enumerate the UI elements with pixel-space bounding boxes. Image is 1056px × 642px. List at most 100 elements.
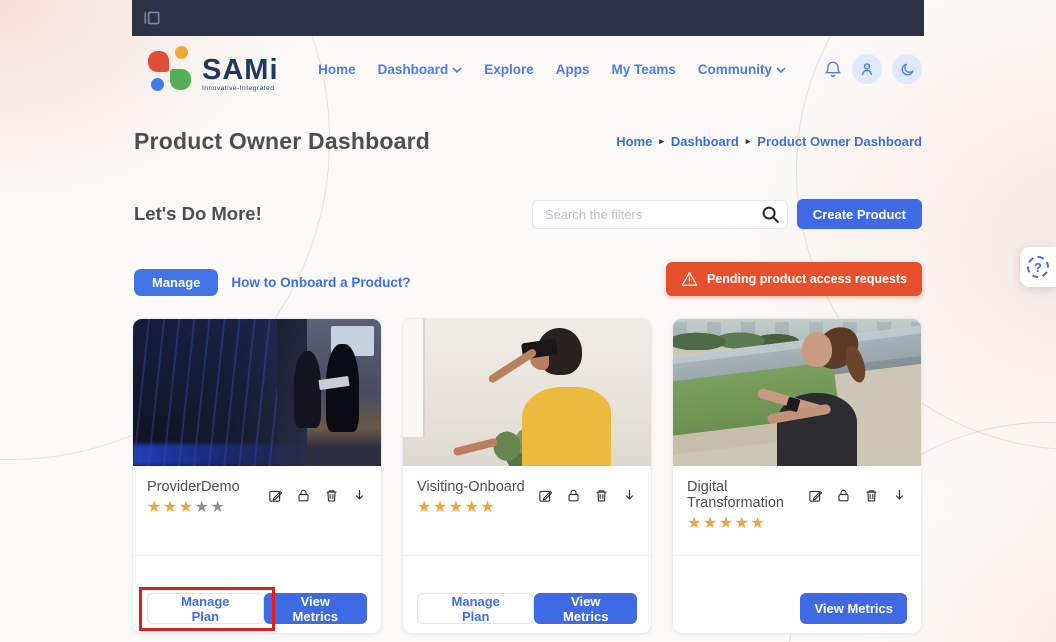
view-metrics-button[interactable]: View Metrics [264,593,367,624]
chevron-down-icon [776,67,786,73]
chevron-down-icon [452,67,462,73]
product-card-providerdemo: ProviderDemo ★★★★★ Manage [132,318,382,634]
search-and-create: Create Product [532,199,922,229]
breadcrumb-dashboard[interactable]: Dashboard [671,134,739,149]
product-image-vr-headset[interactable] [403,319,651,466]
dark-mode-toggle[interactable] [892,54,922,84]
header-icon-buttons [824,54,922,84]
card-divider [403,555,651,556]
image-art [802,332,832,367]
card-divider [133,555,381,556]
site-header: SAMi Innovative-Integrated Home Dashboar… [132,36,924,102]
product-title: Visiting-Onboard [417,479,525,495]
card-action-icons [808,488,907,503]
pending-requests-button[interactable]: Pending product access requests [666,262,922,296]
breadcrumb-separator: ▸ [659,136,664,147]
card-action-icons [538,488,637,503]
download-icon[interactable] [352,488,367,503]
content-container: SAMi Innovative-Integrated Home Dashboar… [132,36,924,634]
product-image-fitness-watch[interactable] [673,319,921,466]
card-footer: Manage Plan View Metrics [147,593,367,624]
nav-community[interactable]: Community [698,62,786,77]
breadcrumb-separator: ▸ [746,136,751,147]
help-tab-button[interactable]: ? [1020,247,1056,287]
nav-dashboard-label: Dashboard [378,62,449,77]
view-metrics-button[interactable]: View Metrics [800,593,907,624]
product-cards: ProviderDemo ★★★★★ Manage [132,318,924,634]
breadcrumb: Home ▸ Dashboard ▸ Product Owner Dashboa… [616,134,922,149]
lock-icon[interactable] [296,488,311,503]
logo-text: SAMi Innovative-Integrated [202,57,279,92]
stars-empty: ★★ [195,499,227,516]
view-metrics-button[interactable]: View Metrics [534,593,637,624]
card-divider [673,555,921,556]
bell-icon [824,60,842,78]
rating-stars: ★★★★★ [417,500,525,516]
delete-icon[interactable] [864,488,879,503]
pending-requests-label: Pending product access requests [707,272,907,286]
search-icon[interactable] [761,205,780,229]
nav-my-teams[interactable]: My Teams [611,62,675,77]
manage-plan-button[interactable]: Manage Plan [147,593,264,624]
lock-icon[interactable] [566,488,581,503]
stars-filled: ★★★★★ [687,515,766,532]
card-footer: View Metrics [687,593,907,624]
breadcrumb-current[interactable]: Product Owner Dashboard [757,134,922,149]
user-icon [859,61,875,77]
product-card-visiting-onboard: Visiting-Onboard ★★★★★ Manage Plan [402,318,652,634]
logo-shape [148,51,169,72]
edit-icon[interactable] [268,488,283,503]
nav-explore-label: Explore [484,62,534,77]
download-icon[interactable] [892,488,907,503]
nav-explore[interactable]: Explore [484,62,534,77]
nav-apps-label: Apps [556,62,590,77]
card-body: ProviderDemo ★★★★★ [133,466,381,516]
delete-icon[interactable] [324,488,339,503]
page-subtitle: Let's Do More! [134,203,262,225]
actions-left: Manage How to Onboard a Product? [134,269,411,296]
sami-logo-icon [148,46,193,92]
sidebar-toggle-icon[interactable] [142,9,162,27]
image-art [403,319,425,437]
card-action-icons [268,488,367,503]
product-card-digital-transformation: Digital Transformation ★★★★★ View Metri [672,318,922,634]
card-body: Digital Transformation ★★★★★ [673,466,921,532]
logo-subtitle: Innovative-Integrated [202,85,279,92]
lock-icon[interactable] [836,488,851,503]
breadcrumb-home[interactable]: Home [616,134,652,149]
product-image-server-room[interactable] [133,319,381,466]
logo-shape [170,69,191,90]
manage-button[interactable]: Manage [134,269,218,296]
subtitle-row: Let's Do More! Create Product [132,199,924,229]
image-art [522,387,611,466]
product-title: ProviderDemo [147,479,240,495]
onboard-help-link[interactable]: How to Onboard a Product? [231,275,410,290]
delete-icon[interactable] [594,488,609,503]
stars-filled: ★★★★★ [417,499,496,516]
product-title: Digital Transformation [687,479,808,511]
edit-icon[interactable] [538,488,553,503]
search-input[interactable] [532,200,788,229]
sami-logo[interactable]: SAMi Innovative-Integrated [148,46,279,92]
warning-icon [681,271,698,287]
page-title: Product Owner Dashboard [134,128,430,155]
nav-home[interactable]: Home [318,62,356,77]
image-art [452,438,497,457]
stars-filled: ★★★ [147,499,195,516]
nav-dashboard[interactable]: Dashboard [378,62,463,77]
logo-title: SAMi [202,57,279,83]
profile-button[interactable] [852,54,882,84]
nav-apps[interactable]: Apps [556,62,590,77]
actions-row: Manage How to Onboard a Product? Pending… [132,262,924,296]
logo-shape [151,78,164,91]
main-nav: Home Dashboard Explore Apps My Teams Com… [318,54,922,84]
edit-icon[interactable] [808,488,823,503]
manage-plan-button[interactable]: Manage Plan [417,593,534,624]
notifications-button[interactable] [824,60,842,78]
title-row: Product Owner Dashboard Home ▸ Dashboard… [132,128,924,155]
download-icon[interactable] [622,488,637,503]
embedded-dark-bar [132,0,924,36]
create-product-button[interactable]: Create Product [797,199,922,229]
logo-shape [175,46,188,59]
rating-stars: ★★★★★ [147,500,240,516]
